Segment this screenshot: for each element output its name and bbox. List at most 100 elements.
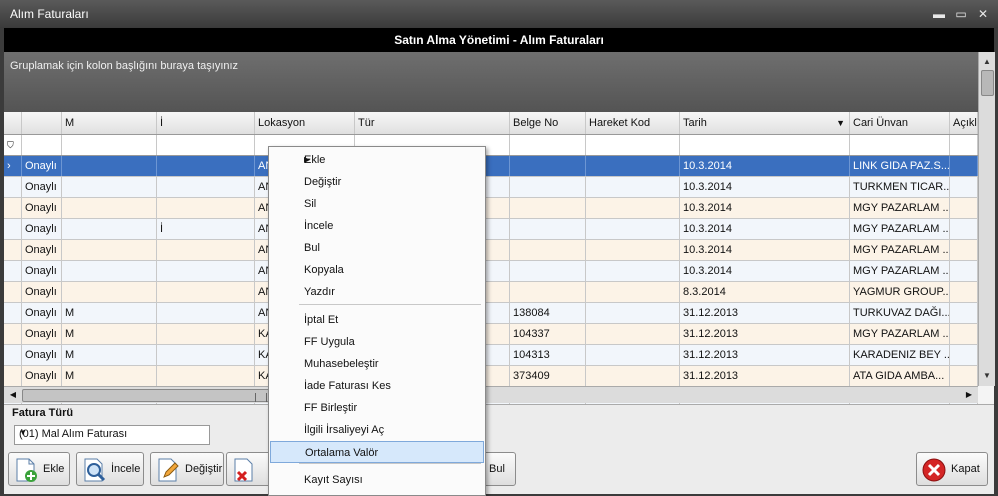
cell-m[interactable] — [62, 261, 157, 281]
cell-m[interactable] — [62, 240, 157, 260]
cell-hareket[interactable] — [586, 156, 680, 176]
cell-aciklama[interactable] — [950, 366, 978, 386]
filter-cell[interactable] — [950, 135, 978, 155]
cell-tarih[interactable]: 10.3.2014 — [680, 198, 850, 218]
cell-hareket[interactable] — [586, 345, 680, 365]
cell-i[interactable] — [157, 282, 255, 302]
cell-tarih[interactable]: 31.12.2013 — [680, 366, 850, 386]
row-indicator[interactable] — [4, 219, 22, 239]
cell-hareket[interactable] — [586, 198, 680, 218]
cell-aciklama[interactable] — [950, 303, 978, 323]
cell-status[interactable]: Onaylı — [22, 282, 62, 302]
cell-tarih[interactable]: 31.12.2013 — [680, 303, 850, 323]
minimize-button[interactable]: ▬ — [930, 6, 948, 22]
cell-i[interactable] — [157, 303, 255, 323]
vertical-scrollbar[interactable]: ▲ ▼ — [978, 52, 995, 386]
cell-i[interactable] — [157, 240, 255, 260]
column-header-m[interactable]: M — [62, 112, 157, 134]
cell-hareket[interactable] — [586, 240, 680, 260]
column-header-lokasyon[interactable]: Lokasyon — [255, 112, 355, 134]
group-by-panel[interactable]: Gruplamak için kolon başlığını buraya ta… — [4, 52, 978, 112]
cell-belge[interactable] — [510, 177, 586, 197]
cell-belge[interactable] — [510, 282, 586, 302]
cell-i[interactable] — [157, 177, 255, 197]
filter-cell[interactable] — [22, 135, 62, 155]
cell-i[interactable] — [157, 366, 255, 386]
row-indicator[interactable] — [4, 324, 22, 344]
cell-aciklama[interactable] — [950, 219, 978, 239]
menu-item[interactable]: İptal Et — [270, 309, 484, 331]
cell-i[interactable] — [157, 261, 255, 281]
cell-hareket[interactable] — [586, 261, 680, 281]
menu-item[interactable]: Kayıt Sayısı — [270, 469, 484, 491]
table-row[interactable]: Onaylı AN 10.3.2014 TURKMEN TICAR... — [4, 177, 978, 198]
table-row[interactable]: Onaylı AN 8.3.2014 YAGMUR GROUP... — [4, 282, 978, 303]
cell-aciklama[interactable] — [950, 156, 978, 176]
menu-item[interactable]: Muhasebeleştir — [270, 353, 484, 375]
cell-m[interactable] — [62, 198, 157, 218]
cell-tarih[interactable]: 31.12.2013 — [680, 345, 850, 365]
menu-item[interactable]: Değiştir — [270, 171, 484, 193]
filter-cell[interactable] — [157, 135, 255, 155]
cell-cari[interactable]: ATA GIDA AMBA... — [850, 366, 950, 386]
cell-m[interactable]: M — [62, 303, 157, 323]
cell-cari[interactable]: TURKMEN TICAR... — [850, 177, 950, 197]
menu-item[interactable]: Bul — [270, 237, 484, 259]
cell-aciklama[interactable] — [950, 240, 978, 260]
dropdown-arrow-icon[interactable]: ▼ — [19, 428, 206, 437]
cell-belge[interactable] — [510, 156, 586, 176]
cell-m[interactable]: M — [62, 324, 157, 344]
ekle-button[interactable]: Ekle — [8, 452, 70, 486]
cell-belge[interactable] — [510, 198, 586, 218]
table-row[interactable]: Onaylı M KA 104337 31.12.2013 MGY PAZARLAM ..… — [4, 324, 978, 345]
cell-cari[interactable]: MGY PAZARLAM ... — [850, 219, 950, 239]
incele-button[interactable]: İncele — [76, 452, 144, 486]
fatura-turu-select[interactable]: (01) Mal Alım Faturası ▼ — [14, 425, 210, 445]
menu-item[interactable]: Ekle ▶ — [270, 149, 484, 171]
menu-item[interactable]: İlgili İrsaliyeyi Aç — [270, 419, 484, 441]
column-header-tarih[interactable]: Tarih ▼ — [680, 112, 850, 134]
cell-belge[interactable]: 138084 — [510, 303, 586, 323]
menu-item[interactable]: Kopyala — [270, 259, 484, 281]
cell-m[interactable]: M — [62, 366, 157, 386]
cell-tarih[interactable]: 8.3.2014 — [680, 282, 850, 302]
filter-cell[interactable] — [850, 135, 950, 155]
row-indicator[interactable] — [4, 366, 22, 386]
cell-aciklama[interactable] — [950, 198, 978, 218]
menu-item[interactable]: FF Birleştir — [270, 397, 484, 419]
filter-icon[interactable]: ⛉ — [4, 135, 22, 155]
cell-m[interactable] — [62, 219, 157, 239]
cell-m[interactable] — [62, 177, 157, 197]
column-header-status[interactable] — [22, 112, 62, 134]
row-indicator[interactable] — [4, 345, 22, 365]
table-row[interactable]: Onaylı M KA 373409 31.12.2013 ATA GIDA AMBA..… — [4, 366, 978, 387]
cell-tarih[interactable]: 10.3.2014 — [680, 240, 850, 260]
cell-hareket[interactable] — [586, 303, 680, 323]
filter-cell[interactable] — [680, 135, 850, 155]
cell-belge[interactable]: 104337 — [510, 324, 586, 344]
cell-cari[interactable]: KARADENIZ BEY ... — [850, 345, 950, 365]
cell-tarih[interactable]: 10.3.2014 — [680, 177, 850, 197]
cell-tarih[interactable]: 10.3.2014 — [680, 156, 850, 176]
cell-cari[interactable]: MGY PAZARLAM ... — [850, 324, 950, 344]
cell-i[interactable] — [157, 324, 255, 344]
filter-cell[interactable] — [510, 135, 586, 155]
cell-belge[interactable] — [510, 240, 586, 260]
cell-hareket[interactable] — [586, 282, 680, 302]
cell-belge[interactable] — [510, 219, 586, 239]
cell-hareket[interactable] — [586, 177, 680, 197]
degistir-button[interactable]: Değiştir — [150, 452, 224, 486]
cell-aciklama[interactable] — [950, 177, 978, 197]
column-header-cari-unvan[interactable]: Cari Ünvan — [850, 112, 950, 134]
cell-cari[interactable]: TURKUVAZ DAĞI... — [850, 303, 950, 323]
cell-i[interactable] — [157, 345, 255, 365]
row-indicator[interactable] — [4, 303, 22, 323]
table-row[interactable]: Onaylı AN 10.3.2014 MGY PAZARLAM ... — [4, 261, 978, 282]
cell-status[interactable]: Onaylı — [22, 366, 62, 386]
column-header-hareket-kod[interactable]: Hareket Kod — [586, 112, 680, 134]
menu-item[interactable]: İade Faturası Kes — [270, 375, 484, 397]
kapat-button[interactable]: Kapat — [916, 452, 988, 486]
cell-status[interactable]: Onaylı — [22, 303, 62, 323]
menu-item[interactable]: Ortalama Valör — [270, 441, 484, 463]
table-row[interactable]: ›OnaylıANTALYA(01) Mal Alım Faturası10.3… — [4, 156, 978, 177]
